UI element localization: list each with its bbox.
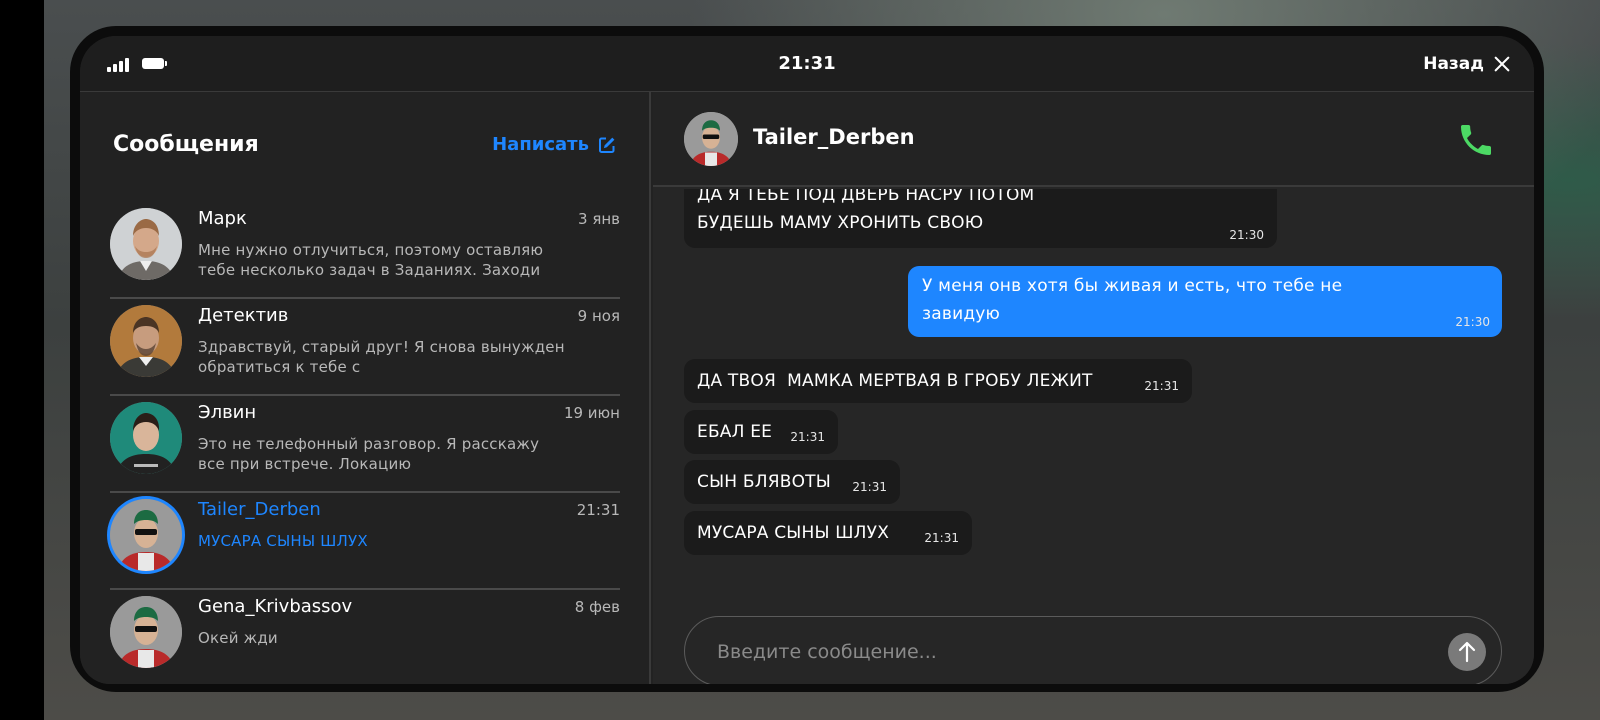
avatar: [110, 402, 182, 474]
message-time: 21:31: [924, 531, 959, 545]
close-icon[interactable]: [1494, 56, 1510, 72]
contact-preview: Мне нужно отлучиться, поэтому оставляю т…: [198, 241, 544, 279]
message-time: 21:30: [1455, 315, 1490, 329]
chat-header: Tailer_Derben: [653, 92, 1534, 187]
message-text: У меня онв хотя бы живая и есть, что теб…: [922, 276, 1343, 324]
message-incoming: ДА ТВОЯ МАМКА МЕРТВАЯ В ГРОБУ ЛЕЖИТ 21:3…: [684, 359, 1192, 403]
message-outgoing: У меня онв хотя бы живая и есть, что теб…: [908, 266, 1502, 337]
contact-name: Tailer_Derben: [198, 499, 321, 520]
phone-call-icon[interactable]: [1456, 120, 1496, 160]
contact-preview: МУСАРА СЫНЫ ШЛУХ: [198, 532, 368, 550]
contact-item-gena-krivbassov[interactable]: Gena_Krivbassov 8 фев Окей жди: [110, 590, 620, 684]
message-input[interactable]: [717, 637, 1417, 667]
message-list: ДА Я ТЕБЕ ПОД ДВЕРЬ НАСРУ ПОТОМ БУДЕШЬ М…: [653, 189, 1534, 579]
message-time: 21:30: [1229, 228, 1264, 242]
send-arrow-icon: [1458, 641, 1476, 663]
contact-name: Gena_Krivbassov: [198, 596, 353, 617]
contact-item-tailer-derben[interactable]: Tailer_Derben 21:31 МУСАРА СЫНЫ ШЛУХ: [110, 493, 620, 590]
message-time: 21:31: [852, 480, 887, 494]
contact-date: 8 фев: [574, 598, 620, 616]
contact-preview: Окей жди: [198, 629, 278, 647]
avatar: [110, 499, 182, 571]
contact-list: Марк 3 янв Мне нужно отлучиться, поэтому…: [110, 202, 620, 684]
phone-screen: 21:31 Назад Сообщения Написать Марк 3 ян…: [80, 36, 1534, 684]
status-bar: 21:31 Назад: [80, 36, 1534, 92]
message-incoming: МУСАРА СЫНЫ ШЛУХ 21:31: [684, 511, 972, 555]
chat-panel: Tailer_Derben ДА Я ТЕБЕ ПОД ДВЕРЬ НАСРУ …: [653, 92, 1534, 684]
send-button[interactable]: [1448, 633, 1486, 671]
contact-item-elvin[interactable]: Элвин 19 июн Это не телефонный разговор.…: [110, 396, 620, 493]
message-text: ДА ТВОЯ МАМКА МЕРТВАЯ В ГРОБУ ЛЕЖИТ: [697, 371, 1093, 391]
avatar: [110, 305, 182, 377]
message-incoming: ДА Я ТЕБЕ ПОД ДВЕРЬ НАСРУ ПОТОМ БУДЕШЬ М…: [684, 189, 1277, 248]
status-clock: 21:31: [778, 53, 836, 74]
avatar[interactable]: [684, 112, 738, 166]
message-text: ЕБАЛ ЕЕ: [697, 422, 773, 442]
contact-name: Элвин: [198, 402, 257, 423]
avatar: [110, 208, 182, 280]
contact-item-mark[interactable]: Марк 3 янв Мне нужно отлучиться, поэтому…: [110, 202, 620, 299]
message-text: ДА Я ТЕБЕ ПОД ДВЕРЬ НАСРУ ПОТОМ БУДЕШЬ М…: [697, 189, 1035, 233]
contact-preview: Здравствуй, старый друг! Я снова вынужде…: [198, 338, 565, 376]
back-button[interactable]: Назад: [1423, 52, 1510, 76]
contact-date: 19 июн: [563, 404, 620, 422]
chat-contact-name: Tailer_Derben: [753, 125, 915, 149]
message-time: 21:31: [1144, 379, 1179, 393]
message-composer: [684, 616, 1502, 684]
compose-label: Написать: [492, 134, 589, 155]
contact-date: 21:31: [576, 501, 620, 519]
contact-item-detective[interactable]: Детектив 9 ноя Здравствуй, старый друг! …: [110, 299, 620, 396]
back-label: Назад: [1423, 54, 1484, 74]
contact-date: 3 янв: [578, 210, 620, 228]
message-text: СЫН БЛЯВОТЫ: [697, 472, 831, 492]
message-incoming: ЕБАЛ ЕЕ 21:31: [684, 410, 838, 454]
compose-button[interactable]: Написать: [492, 134, 616, 155]
compose-icon: [599, 137, 615, 153]
contact-name: Марк: [198, 208, 247, 229]
contacts-panel: Сообщения Написать Марк 3 янв Мне нужно …: [80, 92, 651, 684]
message-text: МУСАРА СЫНЫ ШЛУХ: [697, 523, 890, 543]
contact-name: Детектив: [198, 305, 289, 326]
page-title: Сообщения: [113, 132, 259, 157]
message-time: 21:31: [790, 430, 825, 444]
avatar: [110, 596, 182, 668]
message-incoming: СЫН БЛЯВОТЫ 21:31: [684, 460, 900, 504]
contact-preview: Это не телефонный разговор. Я расскажу в…: [198, 435, 540, 473]
contact-date: 9 ноя: [577, 307, 620, 325]
